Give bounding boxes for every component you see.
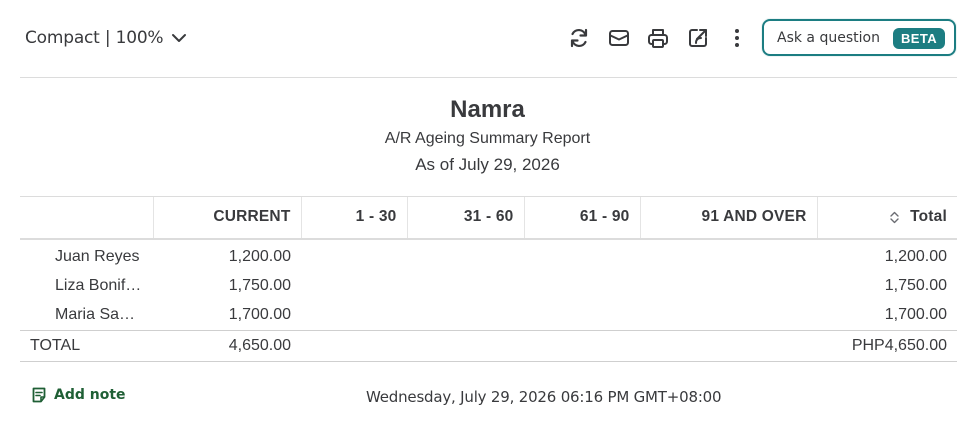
cell-current[interactable]: 1,200.00: [153, 239, 301, 272]
note-icon: [32, 387, 46, 403]
table-row: Maria Sa… 1,700.00 1,700.00: [20, 301, 957, 331]
column-header-91-over[interactable]: 91 AND OVER: [639, 196, 817, 240]
column-header-61-90[interactable]: 61 - 90: [523, 196, 640, 240]
sort-icon[interactable]: [890, 211, 899, 224]
report-date: As of July 29, 2026: [415, 155, 560, 174]
total-amount[interactable]: PHP4,650.00: [817, 329, 957, 362]
more-icon: [735, 29, 739, 47]
report-toolbar: Compact | 100% Ask a question BETA: [0, 0, 975, 78]
total-31-60: [407, 329, 524, 362]
cell-61-90: [524, 272, 640, 301]
total-91-over: [640, 329, 817, 362]
cell-61-90: [524, 239, 640, 272]
toolbar-divider: [20, 77, 957, 78]
total-61-90: [524, 329, 640, 362]
table-row: Liza Bonif… 1,750.00 1,750.00: [20, 272, 957, 301]
beta-badge: BETA: [893, 28, 946, 49]
column-header-customer[interactable]: [20, 196, 153, 240]
view-density-dropdown[interactable]: Compact | 100%: [25, 26, 187, 50]
print-icon: [648, 29, 668, 48]
cell-61-90: [524, 301, 640, 331]
report-header: Namra A/R Ageing Summary Report As of Ju…: [0, 96, 975, 176]
cell-91-over: [640, 239, 817, 272]
cell-total[interactable]: 1,200.00: [817, 239, 957, 272]
cell-1-30: [301, 239, 407, 272]
cell-91-over: [640, 301, 817, 331]
export-button[interactable]: [686, 26, 710, 50]
customer-name[interactable]: Liza Bonif…: [20, 272, 153, 301]
total-current[interactable]: 4,650.00: [153, 329, 301, 362]
add-note-button[interactable]: Add note: [31, 387, 126, 403]
cell-1-30: [301, 272, 407, 301]
ask-question-input[interactable]: Ask a question BETA: [762, 19, 956, 56]
total-row: TOTAL 4,650.00 PHP4,650.00: [20, 329, 957, 362]
report-timestamp: Wednesday, July 29, 2026 06:16 PM GMT+08…: [366, 388, 722, 406]
export-icon: [689, 29, 707, 47]
total-label: TOTAL: [20, 329, 153, 362]
email-icon: [609, 30, 629, 46]
cell-total[interactable]: 1,700.00: [817, 301, 957, 331]
chevron-down-icon: [172, 34, 187, 42]
cell-31-60: [407, 301, 524, 331]
cell-31-60: [407, 239, 524, 272]
view-density-label: Compact | 100%: [25, 28, 164, 48]
column-header-total[interactable]: Total: [816, 196, 957, 240]
total-1-30: [301, 329, 407, 362]
cell-current[interactable]: 1,700.00: [153, 301, 301, 331]
add-note-label: Add note: [54, 387, 126, 403]
cell-total[interactable]: 1,750.00: [817, 272, 957, 301]
customer-name[interactable]: Maria Sa…: [20, 301, 153, 331]
ask-question-placeholder: Ask a question: [777, 29, 880, 46]
ageing-summary-table: CURRENT 1 - 30 31 - 60 61 - 90 91 AND OV…: [20, 196, 957, 362]
cell-31-60: [407, 272, 524, 301]
report-title: A/R Ageing Summary Report: [384, 130, 591, 147]
print-button[interactable]: [646, 26, 670, 50]
company-name: Namra: [450, 96, 525, 123]
refresh-button[interactable]: [567, 26, 591, 50]
email-button[interactable]: [607, 26, 631, 50]
refresh-icon: [570, 28, 588, 48]
table-row: Juan Reyes 1,200.00 1,200.00: [20, 239, 957, 272]
cell-91-over: [640, 272, 817, 301]
more-options-button[interactable]: [725, 26, 749, 50]
column-header-1-30[interactable]: 1 - 30: [300, 196, 407, 240]
customer-name[interactable]: Juan Reyes: [20, 239, 153, 272]
cell-1-30: [301, 301, 407, 331]
column-header-current[interactable]: CURRENT: [152, 196, 301, 240]
column-header-31-60[interactable]: 31 - 60: [406, 196, 524, 240]
cell-current[interactable]: 1,750.00: [153, 272, 301, 301]
table-header-row: CURRENT 1 - 30 31 - 60 61 - 90 91 AND OV…: [20, 196, 957, 240]
column-header-total-label: Total: [910, 208, 947, 226]
